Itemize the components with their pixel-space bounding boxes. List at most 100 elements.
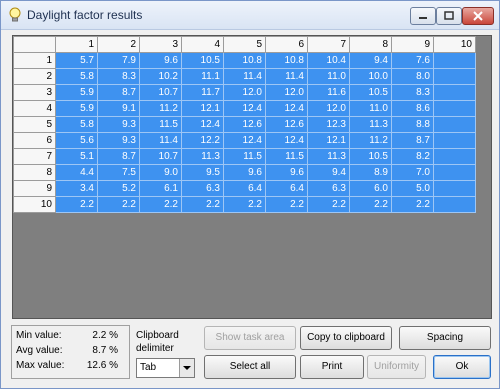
grid-cell[interactable]: 7.9: [97, 52, 140, 69]
grid-cell[interactable]: 10.5: [349, 148, 392, 165]
grid-cell[interactable]: [433, 68, 476, 85]
grid-cell[interactable]: 3.4: [55, 180, 98, 197]
grid-cell[interactable]: 5.9: [55, 100, 98, 117]
grid-cell[interactable]: 12.2: [181, 132, 224, 149]
grid-cell[interactable]: 12.4: [265, 100, 308, 117]
grid-cell[interactable]: 11.5: [139, 116, 182, 133]
column-header[interactable]: 5: [223, 36, 266, 53]
print-button[interactable]: Print: [300, 355, 364, 379]
grid-cell[interactable]: 9.6: [223, 164, 266, 181]
grid-cell[interactable]: 8.2: [391, 148, 434, 165]
grid-cell[interactable]: [433, 164, 476, 181]
row-header[interactable]: 3: [13, 84, 56, 101]
grid-cell[interactable]: 11.1: [181, 68, 224, 85]
grid-cell[interactable]: 5.6: [55, 132, 98, 149]
grid-cell[interactable]: [433, 84, 476, 101]
minimize-button[interactable]: [410, 7, 436, 25]
uniformity-button[interactable]: Uniformity: [367, 355, 426, 379]
grid-cell[interactable]: 11.6: [307, 84, 350, 101]
grid-cell[interactable]: 10.8: [265, 52, 308, 69]
grid-cell[interactable]: 8.9: [349, 164, 392, 181]
ok-button[interactable]: Ok: [433, 355, 491, 379]
grid-cell[interactable]: 9.3: [97, 116, 140, 133]
grid-cell[interactable]: 9.0: [139, 164, 182, 181]
grid-cell[interactable]: 12.3: [307, 116, 350, 133]
column-header[interactable]: 4: [181, 36, 224, 53]
show-task-area-button[interactable]: Show task area: [204, 326, 296, 350]
row-header[interactable]: 6: [13, 132, 56, 149]
clipboard-delimiter-select[interactable]: Tab: [136, 358, 195, 378]
grid-cell[interactable]: 8.3: [97, 68, 140, 85]
grid-cell[interactable]: 6.4: [265, 180, 308, 197]
dropdown-arrow[interactable]: [179, 359, 194, 377]
column-header[interactable]: 9: [391, 36, 434, 53]
grid-cell[interactable]: 7.5: [97, 164, 140, 181]
row-header[interactable]: 1: [13, 52, 56, 69]
results-table[interactable]: 1 2 3 4 5 6 7 8 9 10 1 5.7 7.9 9.6 10.5 10.8 10.8 10.4 9.…: [13, 36, 476, 213]
results-grid[interactable]: 1 2 3 4 5 6 7 8 9 10 1 5.7 7.9 9.6 10.5 10.8 10.8 10.4 9.…: [12, 35, 492, 319]
grid-cell[interactable]: 2.2: [223, 196, 266, 213]
grid-cell[interactable]: 8.3: [391, 84, 434, 101]
row-header[interactable]: 5: [13, 116, 56, 133]
grid-cell[interactable]: 9.4: [307, 164, 350, 181]
grid-cell[interactable]: 11.4: [139, 132, 182, 149]
grid-cell[interactable]: 11.5: [265, 148, 308, 165]
copy-to-clipboard-button[interactable]: Copy to clipboard: [300, 326, 392, 350]
row-header[interactable]: 4: [13, 100, 56, 117]
grid-cell[interactable]: 4.4: [55, 164, 98, 181]
row-header[interactable]: 7: [13, 148, 56, 165]
grid-cell[interactable]: 5.8: [55, 68, 98, 85]
grid-cell[interactable]: 2.2: [391, 196, 434, 213]
grid-cell[interactable]: [433, 116, 476, 133]
grid-cell[interactable]: 7.6: [391, 52, 434, 69]
column-header[interactable]: 8: [349, 36, 392, 53]
grid-cell[interactable]: 8.6: [391, 100, 434, 117]
grid-cell[interactable]: 6.0: [349, 180, 392, 197]
grid-cell[interactable]: 5.0: [391, 180, 434, 197]
grid-cell[interactable]: 2.2: [139, 196, 182, 213]
column-header[interactable]: 3: [139, 36, 182, 53]
grid-cell[interactable]: 11.3: [349, 116, 392, 133]
grid-cell[interactable]: 9.1: [97, 100, 140, 117]
grid-cell[interactable]: 11.7: [181, 84, 224, 101]
grid-cell[interactable]: 12.6: [223, 116, 266, 133]
column-header[interactable]: 2: [97, 36, 140, 53]
grid-cell[interactable]: 2.2: [55, 196, 98, 213]
grid-cell[interactable]: 11.5: [223, 148, 266, 165]
grid-cell[interactable]: 12.4: [265, 132, 308, 149]
grid-cell[interactable]: [433, 100, 476, 117]
grid-cell[interactable]: 12.4: [181, 116, 224, 133]
grid-cell[interactable]: 9.4: [349, 52, 392, 69]
grid-cell[interactable]: 12.0: [307, 100, 350, 117]
title-bar[interactable]: Daylight factor results: [1, 1, 499, 30]
column-header[interactable]: 6: [265, 36, 308, 53]
grid-corner[interactable]: [13, 36, 56, 53]
column-header[interactable]: 1: [55, 36, 98, 53]
grid-cell[interactable]: [433, 132, 476, 149]
grid-cell[interactable]: 11.3: [181, 148, 224, 165]
maximize-button[interactable]: [436, 7, 462, 25]
grid-cell[interactable]: 5.1: [55, 148, 98, 165]
grid-cell[interactable]: 11.4: [265, 68, 308, 85]
grid-cell[interactable]: 12.4: [223, 132, 266, 149]
grid-cell[interactable]: [433, 180, 476, 197]
grid-cell[interactable]: 9.6: [139, 52, 182, 69]
close-button[interactable]: [462, 7, 494, 25]
grid-cell[interactable]: 5.9: [55, 84, 98, 101]
grid-cell[interactable]: 12.1: [181, 100, 224, 117]
grid-cell[interactable]: 8.7: [391, 132, 434, 149]
grid-cell[interactable]: 11.4: [223, 68, 266, 85]
grid-cell[interactable]: 10.5: [349, 84, 392, 101]
grid-cell[interactable]: 12.6: [265, 116, 308, 133]
grid-cell[interactable]: 12.1: [307, 132, 350, 149]
grid-cell[interactable]: [433, 196, 476, 213]
grid-cell[interactable]: 8.8: [391, 116, 434, 133]
column-header[interactable]: 7: [307, 36, 350, 53]
grid-cell[interactable]: 5.8: [55, 116, 98, 133]
grid-cell[interactable]: 11.3: [307, 148, 350, 165]
grid-cell[interactable]: 8.7: [97, 84, 140, 101]
grid-cell[interactable]: 11.0: [307, 68, 350, 85]
grid-cell[interactable]: [433, 52, 476, 69]
grid-cell[interactable]: 12.4: [223, 100, 266, 117]
grid-cell[interactable]: 2.2: [181, 196, 224, 213]
